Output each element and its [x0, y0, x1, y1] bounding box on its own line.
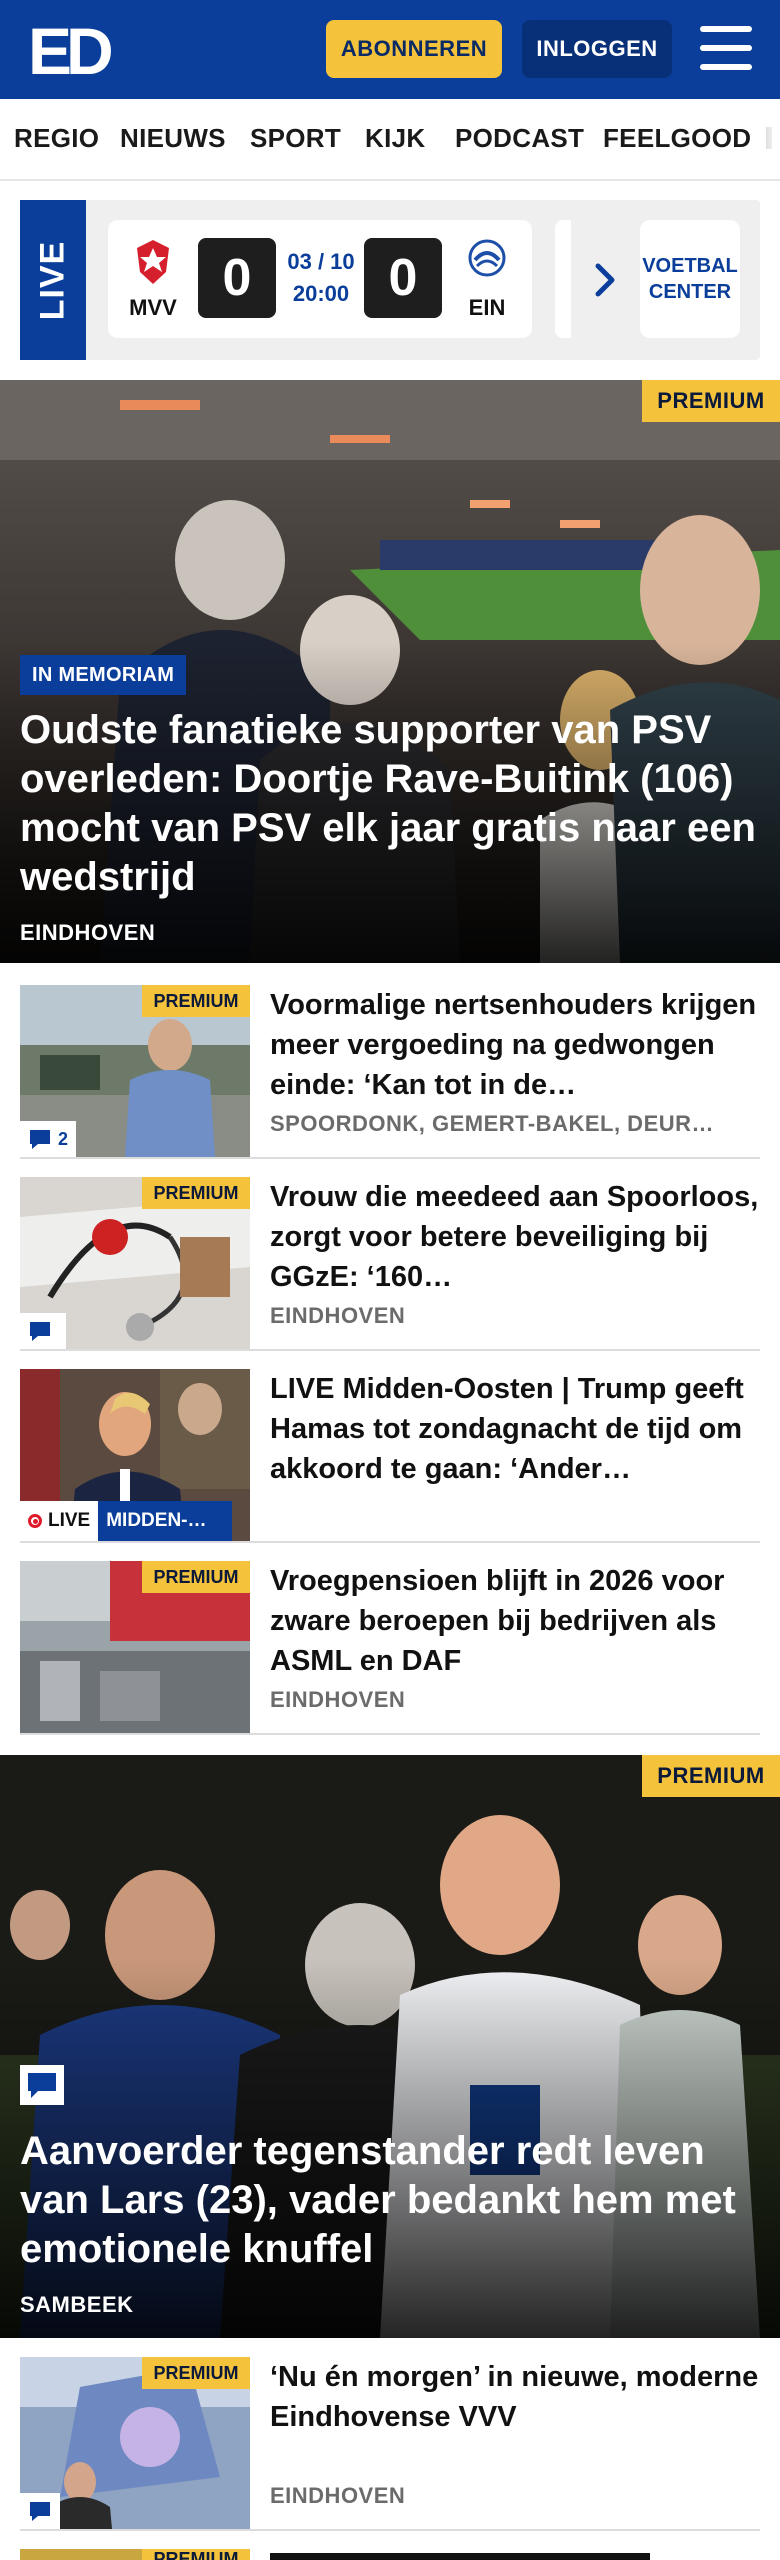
- comment-count-value: 2: [58, 1128, 69, 1149]
- article-thumbnail: PREMIUM: [20, 1177, 250, 1349]
- article-thumbnail: LIVE MIDDEN-…: [20, 1369, 250, 1541]
- match-datetime: 03 / 10 20:00: [281, 246, 361, 310]
- home-team: MVV: [120, 238, 186, 321]
- comment-count[interactable]: [20, 1313, 66, 1349]
- hero-article-1[interactable]: PREMIUM IN MEMORIAM Oudste fanatieke sup…: [0, 380, 780, 963]
- premium-badge: PREMIUM: [142, 1561, 250, 1593]
- login-button[interactable]: INLOGGEN: [522, 20, 672, 78]
- live-tab-label: LIVE: [33, 240, 72, 320]
- comment-count[interactable]: [20, 2493, 60, 2529]
- hamburger-menu-icon[interactable]: [700, 26, 752, 70]
- hero-article-2[interactable]: PREMIUM Aanvoerder tegenstander redt lev…: [0, 1755, 780, 2338]
- article-title[interactable]: Vrouw die meedeed aan Spoorloos, zorgt v…: [270, 1177, 760, 1297]
- home-team-name: MVV: [129, 295, 177, 320]
- fc-eindhoven-crest-icon: [468, 239, 506, 277]
- hero-2-place: SAMBEEK: [20, 2292, 134, 2317]
- in-memoriam-tag: IN MEMORIAM: [20, 655, 187, 695]
- comment-icon: [30, 1322, 50, 1341]
- article-thumbnail: PREMIUM 2: [20, 985, 250, 1157]
- article-place: EINDHOVEN: [270, 1303, 406, 1328]
- live-topic: MIDDEN-…: [98, 1501, 233, 1541]
- ed-logo[interactable]: ED: [28, 18, 116, 80]
- article-place: EINDHOVEN: [270, 2483, 406, 2508]
- away-score: 0: [364, 238, 442, 318]
- article-title-partial[interactable]: [270, 2553, 650, 2560]
- premium-badge: PREMIUM: [142, 1177, 250, 1209]
- nav-item-nieuws[interactable]: NIEUWS: [120, 123, 226, 154]
- article-title[interactable]: Voormalige nertsenhouders krijgen meer v…: [270, 985, 760, 1105]
- hero-1-place: EINDHOVEN: [20, 920, 156, 945]
- hero-1-title[interactable]: Oudste fanatieke supporter van PSV overl…: [20, 706, 760, 902]
- article-item[interactable]: PREMIUM ‘Nu én morgen’ in nieuwe, modern…: [20, 2357, 760, 2531]
- nav-item-kijk[interactable]: KIJK: [365, 123, 425, 154]
- premium-badge: PREMIUM: [142, 2549, 250, 2560]
- premium-badge: PREMIUM: [642, 1755, 780, 1797]
- hero-2-title[interactable]: Aanvoerder tegenstander redt leven van L…: [20, 2127, 760, 2274]
- nav-item-regio[interactable]: REGIO: [14, 123, 99, 154]
- match-time: 20:00: [292, 281, 350, 306]
- premium-badge: PREMIUM: [642, 380, 780, 422]
- article-item[interactable]: PREMIUM 2 Voormalige nertsenhouders krij…: [20, 985, 760, 1159]
- nav-item-podcast[interactable]: PODCAST: [455, 123, 584, 154]
- nav-item-sport[interactable]: SPORT: [250, 123, 341, 154]
- article-item[interactable]: PREMIUM: [20, 2549, 760, 2560]
- article-title[interactable]: ‘Nu én morgen’ in nieuwe, moderne Eindho…: [270, 2357, 760, 2437]
- voetbal-center-link[interactable]: VOETBAL CENTER: [640, 220, 740, 338]
- live-dot-icon: [28, 1514, 42, 1528]
- away-team: EIN: [454, 238, 520, 321]
- nav-item-feelgood[interactable]: FEELGOOD: [603, 123, 751, 154]
- away-team-name: EIN: [468, 295, 506, 320]
- live-score-strip: LIVE MVV 0 03 / 10 20:00 0 EIN VOETBAL C…: [20, 200, 760, 360]
- home-score: 0: [198, 238, 276, 318]
- live-label: LIVE: [48, 1510, 91, 1531]
- comment-icon: [30, 2502, 50, 2521]
- nav-fade: [750, 99, 780, 179]
- article-thumbnail: PREMIUM: [20, 2357, 250, 2529]
- article-place: EINDHOVEN: [270, 1687, 406, 1712]
- mvv-crest-icon: [137, 240, 169, 284]
- article-thumbnail: PREMIUM: [20, 1561, 250, 1733]
- chevron-right-icon[interactable]: [592, 260, 620, 300]
- article-item[interactable]: PREMIUM Vrouw die meedeed aan Spoorloos,…: [20, 1177, 760, 1351]
- premium-badge: PREMIUM: [142, 2357, 250, 2389]
- next-match-card-edge[interactable]: [555, 220, 571, 338]
- section-nav: REGIO NIEUWS SPORT KIJK PODCAST FEELGOOD: [0, 99, 780, 181]
- match-date: 03 / 10: [287, 249, 355, 274]
- live-badge: LIVE MIDDEN-…: [20, 1501, 233, 1541]
- article-place: SPOORDONK, GEMERT-BAKEL, DEUR…: [270, 1111, 715, 1136]
- article-thumbnail: PREMIUM: [20, 2549, 250, 2560]
- premium-badge: PREMIUM: [142, 985, 250, 1017]
- article-title[interactable]: LIVE Midden-Oosten | Trump geeft Hamas t…: [270, 1369, 760, 1489]
- live-tab[interactable]: LIVE: [20, 200, 86, 360]
- article-item[interactable]: PREMIUM Vroegpensioen blijft in 2026 voo…: [20, 1561, 760, 1735]
- article-title[interactable]: Vroegpensioen blijft in 2026 voor zware …: [270, 1561, 760, 1681]
- match-card[interactable]: MVV 0 03 / 10 20:00 0 EIN: [108, 220, 532, 338]
- comment-icon[interactable]: [20, 2065, 64, 2105]
- subscribe-button[interactable]: ABONNEREN: [326, 20, 502, 78]
- article-item[interactable]: LIVE MIDDEN-… LIVE Midden-Oosten | Trump…: [20, 1369, 760, 1543]
- top-header: ED ABONNEREN INLOGGEN: [0, 0, 780, 99]
- comment-count[interactable]: 2: [20, 1121, 77, 1157]
- svg-text:ED: ED: [28, 18, 111, 80]
- comment-icon: [30, 1130, 50, 1149]
